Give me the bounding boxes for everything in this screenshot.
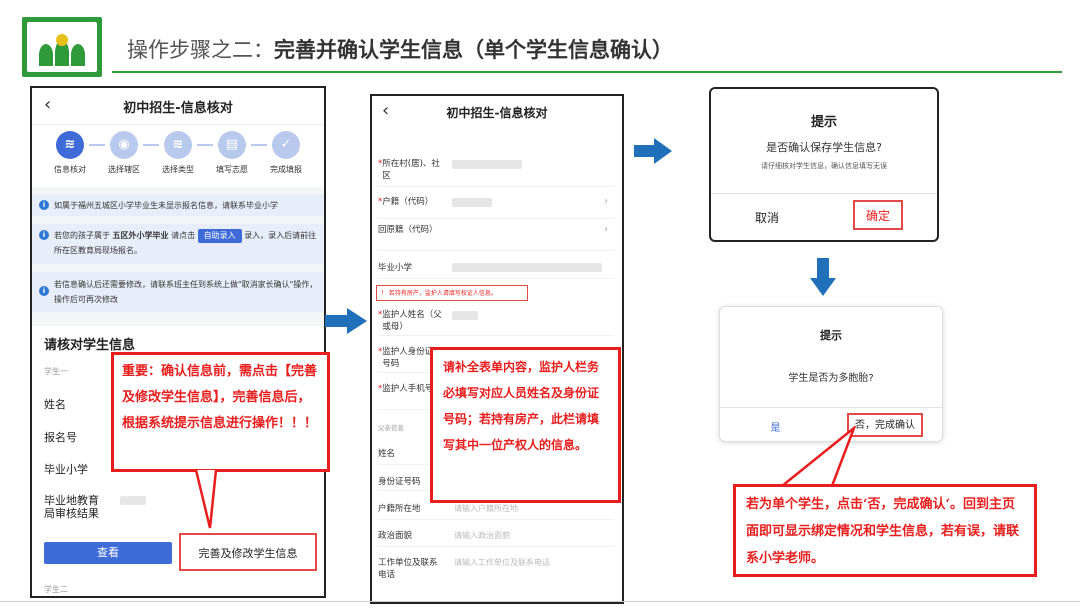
student2-label: 学生二 [44,585,68,594]
property-warning: ！ 若持有房产，监护人请填写权证人信息。 [376,285,528,301]
layers-icon: ≋ [56,131,84,159]
callout1-pointer [194,470,218,529]
self-entry-button[interactable]: 自助录入 [197,229,242,243]
location-icon: ◉ [110,131,138,159]
phone-screen-info-check: ‹ 初中招生-信息核对 ≋ 信息核对 ◉ 选择辖区 ≋ 选择类型 ▤ 填写志愿 ✓ 完成填… [30,86,326,598]
callout-important: 重要：确认信息前，需点击【完善及修改学生信息】，完善信息后，根据系统提示信息进行… [111,352,330,472]
field-primary-school: 毕业小学 [378,262,614,279]
dialog-title: 提示 [810,115,837,130]
field-father-politics[interactable]: 政治面貌 请输入政治面貌 [378,530,614,547]
callout-fill-form: 请补全表单内容，监护人栏务必填写对应人员姓名及身份证号码；若持有房产，此栏请填写… [430,347,621,503]
page-title: 操作步骤之二：完善并确认学生信息（单个学生信息确认） [127,38,673,62]
dialog-footer: 取消 确定 [711,193,937,240]
info-icon: i [39,286,49,296]
nav-title: 初中招生-信息核对 [446,106,548,120]
notice-self-entry: i 若您的孩子属于 五区外小学毕业 请点击 自助录入 录入，录入后请前往所在区教… [32,224,324,264]
row-school: 毕业小学 [44,463,88,476]
chevron-right-icon: › [604,224,608,235]
confirm-save-dialog: 提示 是否确认保存学生信息? 请仔细核对学生信息，确认信息填写无误 取消 确定 [709,87,939,242]
school-logo [22,17,102,77]
row-reg-no: 报名号 [44,431,77,444]
step-wish: ▤ 填写志愿 [207,131,257,175]
field-father-work[interactable]: 工作单位及联系电话 请输入工作单位及联系电话 [378,557,614,585]
step-type: ≋ 选择类型 [153,131,203,175]
callout3-pointer [781,426,857,487]
card-title: 请核对学生信息 [44,338,136,353]
row-name: 姓名 [44,398,66,411]
chevron-right-icon: › [604,196,608,207]
step-district: ◉ 选择辖区 [99,131,149,175]
arrow-right-icon [634,138,672,164]
dialog-hint: 请仔细核对学生信息，确认信息填写无误 [761,162,887,170]
nav-title: 初中招生-信息核对 [123,101,233,116]
info-icon: i [39,200,49,210]
confirm-button[interactable]: 确定 [853,200,903,230]
field-origin[interactable]: 回原籍（代码） › [378,224,614,251]
view-button[interactable]: 查看 [44,542,172,564]
layers-icon: ≋ [164,131,192,159]
header-divider [112,71,1062,73]
info-icon: i [39,230,49,240]
twins-dialog: 提示 学生是否为多胞胎? 是 否，完成确认 [719,306,943,442]
step-complete: ✓ 完成填报 [261,131,311,175]
student-label: 学生一 [44,367,68,376]
cancel-button[interactable]: 取消 [711,209,823,226]
edit-student-info-button[interactable]: 完善及修改学生信息 [179,533,317,571]
step-progress: ≋ 信息核对 ◉ 选择辖区 ≋ 选择类型 ▤ 填写志愿 ✓ 完成填报 [32,125,324,187]
dialog-title: 提示 [820,329,842,342]
arrow-right-icon [325,308,367,334]
callout-single-student: 若为单个学生，点击‘否，完成确认‘。回到主页面即可显示绑定情况和学生信息，若有误… [733,484,1037,577]
dialog-message: 是否确认保存学生信息? [766,141,882,154]
field-guardian-name[interactable]: *监护人姓名（父或母） [378,309,614,336]
nav-bar: ‹ 初中招生-信息核对 [372,96,622,128]
field-father-household[interactable]: 户籍所在地 请输入户籍所在地 [378,503,614,520]
step-info-check: ≋ 信息核对 [45,131,95,175]
check-icon: ✓ [272,131,300,159]
dialog-message: 学生是否为多胞胎? [788,373,874,384]
nav-bar: ‹ 初中招生-信息核对 [32,88,324,125]
field-community[interactable]: *所在村(居)、社区 [378,158,614,187]
notice-contact-school: i 如属于福州五城区小学毕业生未显示报名信息，请联系毕业小学 [32,194,324,216]
blurred-value [120,496,146,505]
footer-divider [0,601,1080,602]
form-icon: ▤ [218,131,246,159]
field-household[interactable]: *户籍（代码） › [378,196,614,219]
arrow-down-icon [810,258,836,296]
row-review-result: 毕业地教育局审核结果 [44,494,99,520]
notice-modify: i 若信息确认后还需要修改，请联系班主任到系统上做"取消家长确认"操作，操作后可… [32,272,324,312]
